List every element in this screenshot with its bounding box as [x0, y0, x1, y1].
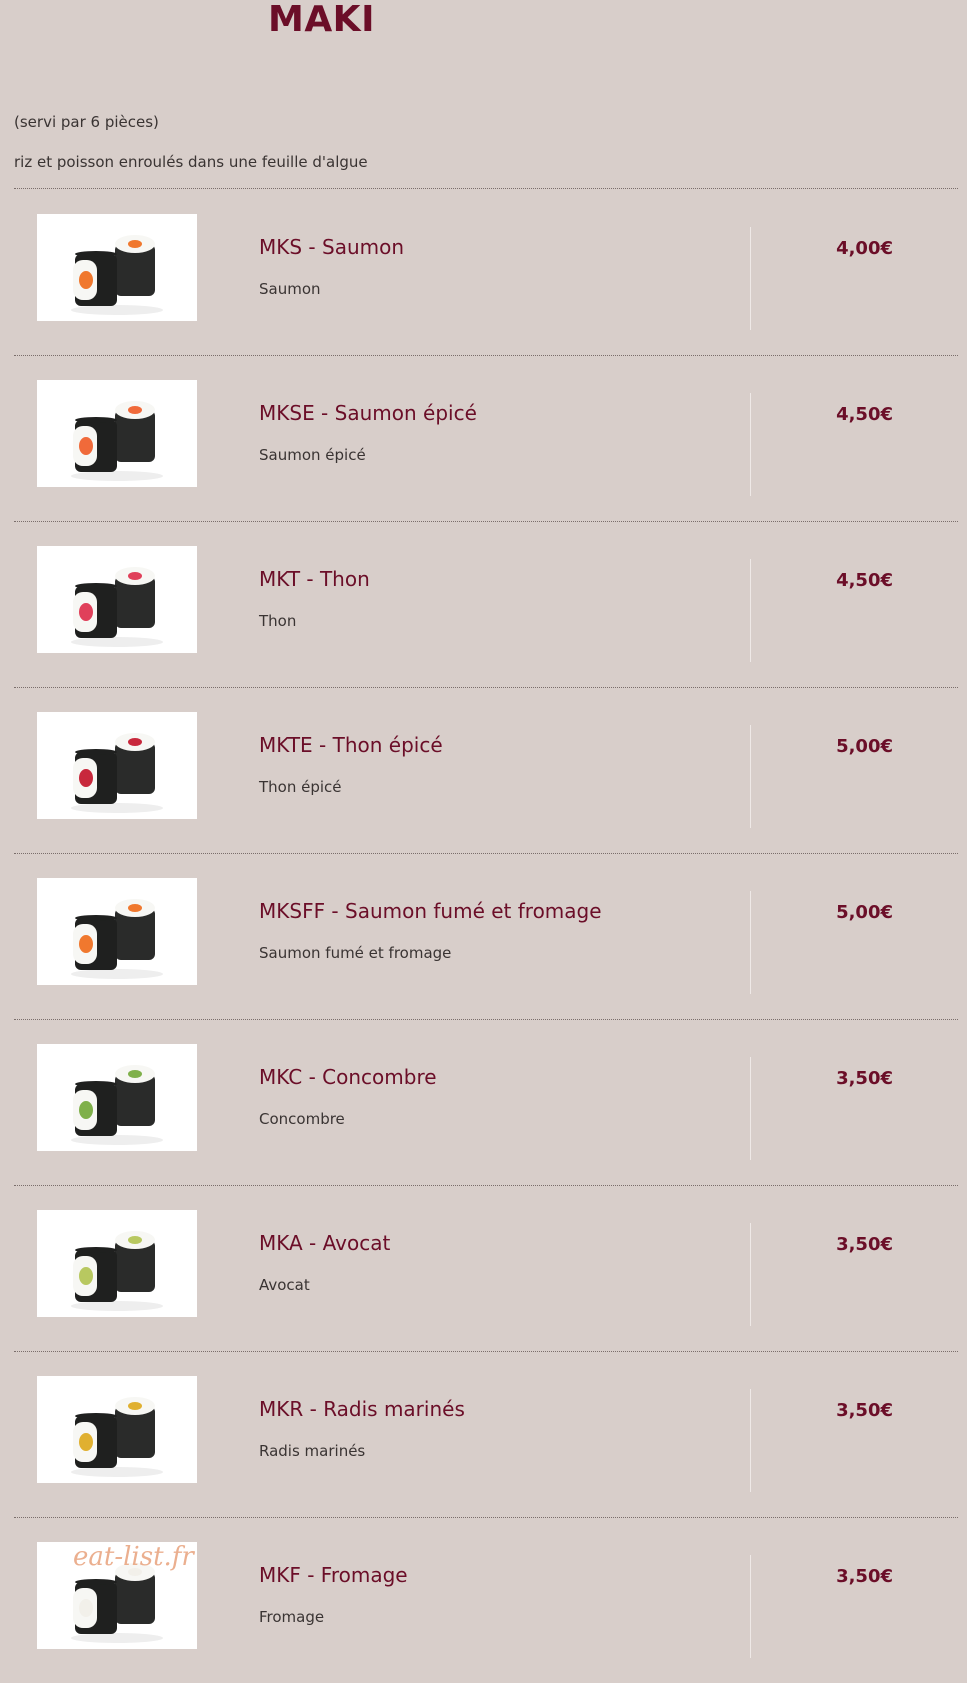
dish-name[interactable]: MKF - Fromage: [259, 1562, 408, 1588]
column-separator: [750, 1057, 751, 1160]
section-title: MAKI: [268, 0, 375, 40]
dish-image[interactable]: [37, 878, 197, 985]
dish-image[interactable]: [37, 712, 197, 819]
dish-name[interactable]: MKS - Saumon: [259, 234, 404, 260]
menu-item[interactable]: MKA - Avocat Avocat 3,50€: [0, 1185, 967, 1351]
menu-item[interactable]: MKTE - Thon épicé Thon épicé 5,00€: [0, 687, 967, 853]
dish-price: 3,50€: [836, 1068, 893, 1089]
dish-image[interactable]: [37, 1044, 197, 1151]
menu-item[interactable]: MKC - Concombre Concombre 3,50€: [0, 1019, 967, 1185]
serving-note: (servi par 6 pièces): [14, 113, 159, 131]
dish-price: 3,50€: [836, 1234, 893, 1255]
dish-price: 3,50€: [836, 1400, 893, 1421]
dish-price: 5,00€: [836, 902, 893, 923]
dish-price: 4,50€: [836, 570, 893, 591]
column-separator: [750, 559, 751, 662]
menu-item[interactable]: MKSFF - Saumon fumé et fromage Saumon fum…: [0, 853, 967, 1019]
menu-item[interactable]: MKR - Radis marinés Radis marinés 3,50€: [0, 1351, 967, 1517]
dish-description: Fromage: [259, 1608, 325, 1626]
column-separator: [750, 393, 751, 496]
dish-name[interactable]: MKSFF - Saumon fumé et fromage: [259, 898, 602, 924]
dish-name[interactable]: MKC - Concombre: [259, 1064, 437, 1090]
dish-description: Saumon fumé et fromage: [259, 944, 452, 962]
dish-image[interactable]: eat-list.fr: [37, 1542, 197, 1649]
menu-page: MAKI (servi par 6 pièces) riz et poisson…: [0, 0, 967, 1671]
dish-name[interactable]: MKA - Avocat: [259, 1230, 390, 1256]
dish-description: Radis marinés: [259, 1442, 366, 1460]
column-separator: [750, 1389, 751, 1492]
section-description: riz et poisson enroulés dans une feuille…: [14, 153, 368, 171]
dish-description: Saumon épicé: [259, 446, 366, 464]
dish-price: 4,50€: [836, 404, 893, 425]
dish-description: Saumon: [259, 280, 321, 298]
menu-item[interactable]: MKS - Saumon Saumon 4,00€: [0, 189, 967, 355]
dish-price: 5,00€: [836, 736, 893, 757]
column-separator: [750, 1555, 751, 1658]
dish-name[interactable]: MKSE - Saumon épicé: [259, 400, 477, 426]
dish-image[interactable]: [37, 546, 197, 653]
dish-description: Avocat: [259, 1276, 310, 1294]
menu-item[interactable]: MKT - Thon Thon 4,50€: [0, 521, 967, 687]
watermark-text: eat-list.fr: [73, 1542, 194, 1572]
dish-image[interactable]: [37, 214, 197, 321]
dish-price: 3,50€: [836, 1566, 893, 1587]
dish-price: 4,00€: [836, 238, 893, 259]
column-separator: [750, 891, 751, 994]
dish-image[interactable]: [37, 1210, 197, 1317]
dish-name[interactable]: MKR - Radis marinés: [259, 1396, 465, 1422]
column-separator: [750, 1223, 751, 1326]
dish-name[interactable]: MKT - Thon: [259, 566, 370, 592]
dish-image[interactable]: [37, 1376, 197, 1483]
dish-image[interactable]: [37, 380, 197, 487]
dish-description: Thon épicé: [259, 778, 342, 796]
column-separator: [750, 227, 751, 330]
menu-item[interactable]: eat-list.fr MKF - Fromage Fromage 3,50€: [0, 1517, 967, 1683]
menu-item[interactable]: MKSE - Saumon épicé Saumon épicé 4,50€: [0, 355, 967, 521]
dish-description: Concombre: [259, 1110, 345, 1128]
dish-description: Thon: [259, 612, 297, 630]
dish-name[interactable]: MKTE - Thon épicé: [259, 732, 443, 758]
column-separator: [750, 725, 751, 828]
